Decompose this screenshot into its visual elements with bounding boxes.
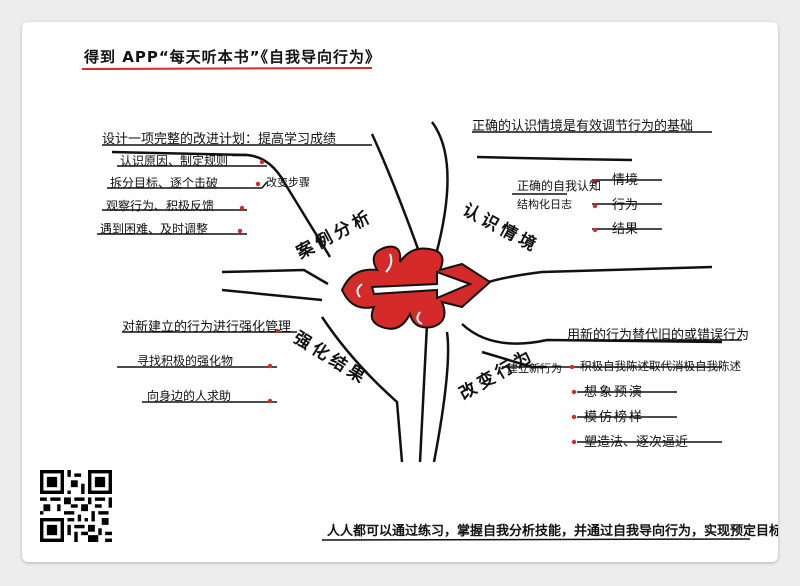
page-title: 得到 APP“每天听本书”《自我导向行为》 xyxy=(84,48,382,66)
qr-code-icon xyxy=(40,470,112,542)
change-item: 积极自我陈述取代消极自我陈述 xyxy=(580,359,741,373)
change-item: 想象预演 xyxy=(584,385,645,400)
reinforce-heading: 对新建立的行为进行强化管理 xyxy=(122,320,292,335)
diagram-lines xyxy=(81,67,751,541)
recognize-sublabel-1: 正确的自我认知 xyxy=(517,179,602,193)
recognize-item: 行为 xyxy=(612,198,639,213)
recognize-sublabel-2: 结构化日志 xyxy=(517,198,572,211)
case-item: 拆分目标、逐个击破 xyxy=(110,176,219,190)
change-heading: 用新的行为替代旧的或错误行为 xyxy=(567,328,750,343)
change-item: 模仿榜样 xyxy=(584,410,645,425)
case-analysis-heading: 设计一项完整的改进计划：提高学习成绩 xyxy=(102,132,337,147)
recognize-item: 结果 xyxy=(612,222,639,237)
recognize-heading: 正确的认识情境是有效调节行为的基础 xyxy=(472,119,694,134)
case-item: 遇到困难、及时调整 xyxy=(100,222,209,236)
case-side-note: 改变步骤 xyxy=(266,176,310,189)
footer-text: 人人都可以通过练习，掌握自我分析技能，并通过自我导向行为，实现预定目标。 xyxy=(327,524,778,539)
case-item: 观察行为、积极反馈 xyxy=(106,199,215,213)
change-item: 塑造法、逐次逼近 xyxy=(584,435,689,450)
reinforce-item: 向身边的人求助 xyxy=(147,389,232,403)
case-item: 认识原因、制定规则 xyxy=(120,154,229,168)
red-flame-arrow-icon xyxy=(340,245,492,330)
reinforce-item: 寻找积极的强化物 xyxy=(137,354,234,368)
recognize-item: 情境 xyxy=(612,173,639,188)
mindmap-card: 得到 APP“每天听本书”《自我导向行为》 设计一项完整的改进计划：提高学习成绩… xyxy=(22,22,778,562)
